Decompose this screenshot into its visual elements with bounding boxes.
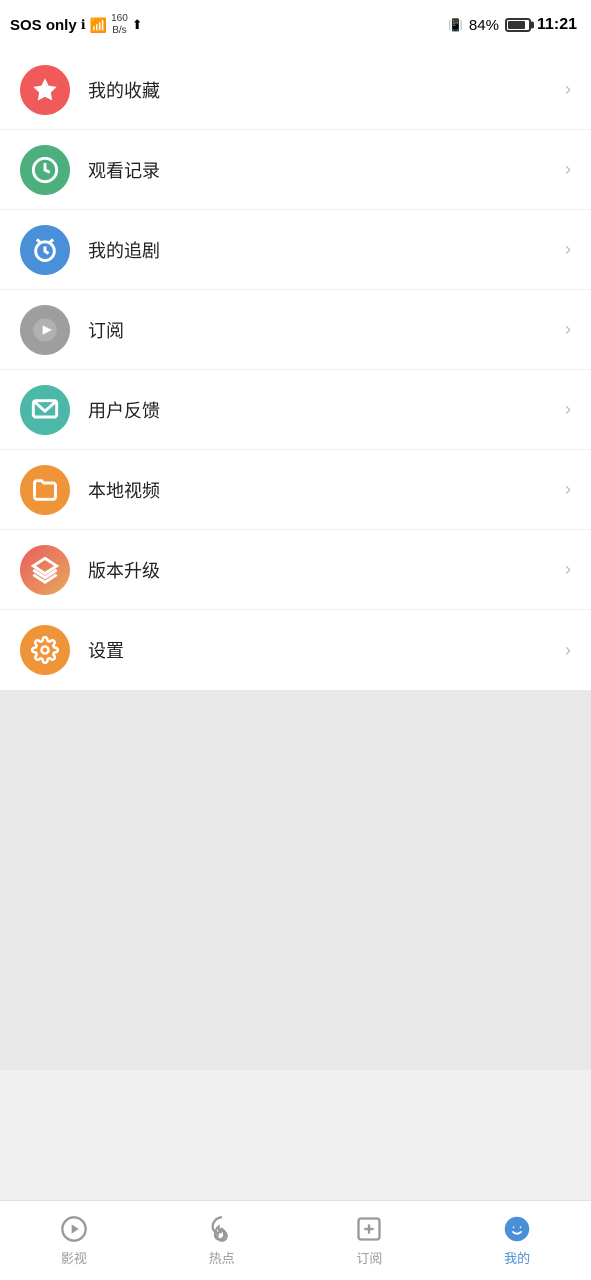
subscribe-arrow: › [565,319,571,340]
local-arrow: › [565,479,571,500]
local-label: 本地视频 [88,477,565,503]
clock-icon [31,156,59,184]
subscribe-icon-wrap [20,305,70,355]
play-icon [31,316,59,344]
tab-hot-icon [207,1214,237,1244]
tab-subscribe-icon [354,1214,384,1244]
star-icon [31,76,59,104]
tab-item-movies[interactable]: 影视 [0,1204,148,1277]
follow-arrow: › [565,239,571,260]
menu-item-favorites[interactable]: 我的收藏 › [0,50,591,130]
upload-icon: ⬆ [132,17,143,33]
smiley-icon [503,1215,531,1243]
gear-icon [31,636,59,664]
tab-subscribe-label: 订阅 [356,1248,382,1267]
favorites-icon-wrap [20,65,70,115]
settings-label: 设置 [88,637,565,663]
update-arrow: › [565,559,571,580]
menu-item-settings[interactable]: 设置 › [0,610,591,690]
feedback-icon-wrap [20,385,70,435]
tab-hot-label: 热点 [209,1248,235,1267]
battery-percent: 84% [469,17,499,34]
warning-icon: ℹ [81,17,86,33]
tab-item-mine[interactable]: 我的 [443,1204,591,1277]
status-right: 📳 84% 11:21 [448,16,577,34]
battery-icon [505,18,531,32]
sim-icon: 📳 [448,18,463,32]
menu-item-follow[interactable]: 我的追剧 › [0,210,591,290]
play-circle-icon [60,1215,88,1243]
menu-item-update[interactable]: 版本升级 › [0,530,591,610]
status-bar: SOS only ℹ 📶 160 B/s ⬆ 📳 84% 11:21 [0,0,591,50]
sos-text: SOS only [10,17,77,34]
settings-arrow: › [565,640,571,661]
alarm-icon [31,236,59,264]
menu-item-history[interactable]: 观看记录 › [0,130,591,210]
message-icon [31,396,59,424]
menu-item-subscribe[interactable]: 订阅 › [0,290,591,370]
history-label: 观看记录 [88,157,565,183]
tab-item-hot[interactable]: 热点 [148,1204,296,1277]
tab-bar: 影视 热点 订阅 [0,1200,591,1280]
menu-list: 我的收藏 › 观看记录 › 我的追剧 › [0,50,591,690]
history-arrow: › [565,159,571,180]
settings-icon-wrap [20,625,70,675]
local-icon-wrap [20,465,70,515]
follow-label: 我的追剧 [88,237,565,263]
favorites-arrow: › [565,79,571,100]
feedback-arrow: › [565,399,571,420]
tab-movies-label: 影视 [61,1248,87,1267]
history-icon-wrap [20,145,70,195]
wifi-icon: 📶 [90,17,107,34]
follow-icon-wrap [20,225,70,275]
data-speed: 160 B/s [111,13,128,37]
update-icon-wrap [20,545,70,595]
tab-mine-label: 我的 [504,1248,530,1267]
menu-item-local[interactable]: 本地视频 › [0,450,591,530]
tab-movies-icon [59,1214,89,1244]
status-left: SOS only ℹ 📶 160 B/s ⬆ [10,13,143,37]
folder-icon [31,476,59,504]
gray-content-area [0,690,591,1070]
subscribe-label: 订阅 [88,317,565,343]
layers-icon [31,556,59,584]
tab-mine-icon [502,1214,532,1244]
clock-time: 11:21 [537,16,577,34]
plus-square-icon [355,1215,383,1243]
favorites-label: 我的收藏 [88,77,565,103]
fire-icon [208,1215,236,1243]
tab-item-subscribe[interactable]: 订阅 [296,1204,444,1277]
update-label: 版本升级 [88,557,565,583]
feedback-label: 用户反馈 [88,397,565,423]
menu-item-feedback[interactable]: 用户反馈 › [0,370,591,450]
